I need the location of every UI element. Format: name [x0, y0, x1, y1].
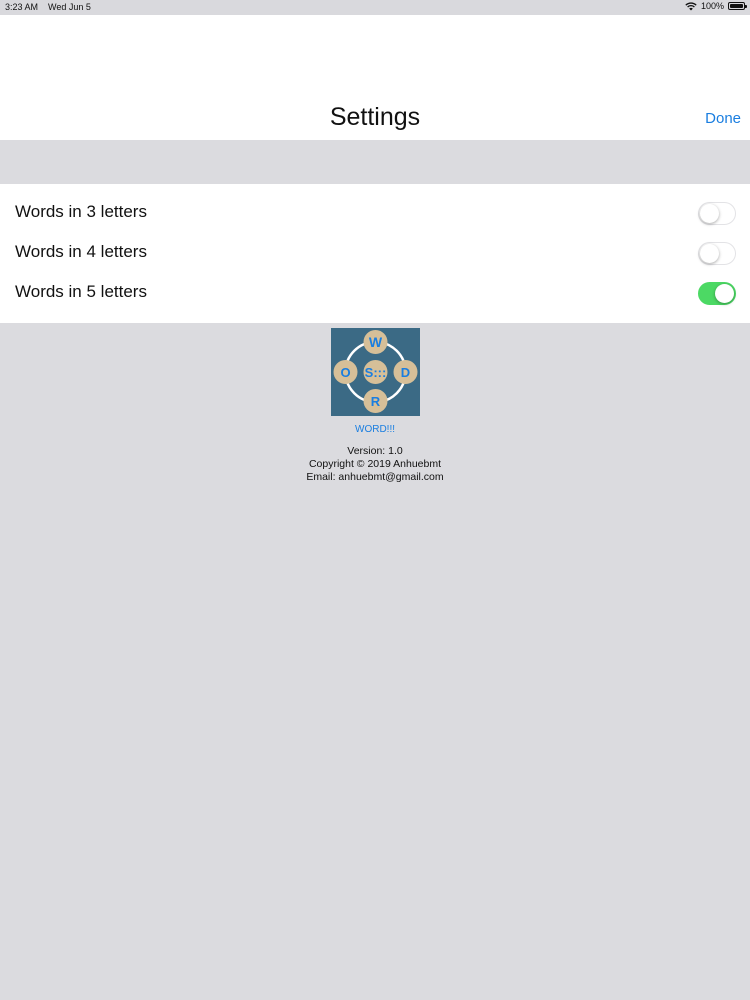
logo-letter: R: [370, 394, 380, 409]
setting-row-3-letters: Words in 3 letters: [0, 194, 750, 234]
done-button[interactable]: Done: [705, 110, 741, 127]
page-title: Settings: [329, 103, 421, 131]
toggle-knob: [715, 284, 734, 303]
toggle-knob: [700, 204, 719, 223]
battery-percent: 100%: [700, 1, 724, 11]
setting-row-5-letters: Words in 5 letters: [0, 274, 750, 314]
email-text: Email: anhuebmt@gmail.com: [306, 471, 444, 483]
status-date: Wed Jun 5: [48, 2, 91, 12]
toggle-4-letters[interactable]: [698, 242, 736, 265]
setting-row-4-letters: Words in 4 letters: [0, 234, 750, 274]
toggle-3-letters[interactable]: [698, 202, 736, 225]
wifi-icon: [685, 1, 697, 10]
version-text: Version: 1.0: [347, 445, 403, 457]
settings-group: Words in 3 letters Words in 4 letters Wo…: [0, 184, 750, 323]
setting-label: Words in 3 letters: [15, 202, 147, 221]
toggle-knob: [700, 244, 719, 263]
setting-label: Words in 4 letters: [15, 242, 147, 261]
battery-icon: [728, 2, 747, 10]
logo-letter: W: [368, 334, 382, 350]
toggle-5-letters[interactable]: [698, 282, 736, 305]
setting-label: Words in 5 letters: [15, 282, 147, 301]
app-info: Version: 1.0 Copyright © 2019 Anhuebmt E…: [0, 445, 750, 484]
about-section: W O S::: D R WORD!!! Version: 1.0 Copyri…: [0, 328, 750, 484]
logo-letter: D: [400, 365, 409, 380]
status-bar: 3:23 AM Wed Jun 5 100%: [0, 0, 750, 15]
logo-letter: O: [340, 365, 350, 380]
status-right: 100%: [685, 1, 747, 11]
status-time: 3:23 AM: [5, 2, 39, 12]
navigation-bar: Settings Done: [0, 15, 750, 140]
logo-letter: S:::: [364, 365, 386, 380]
app-logo: W O S::: D R: [330, 328, 420, 416]
copyright-text: Copyright © 2019 Anhuebmt: [308, 458, 442, 470]
app-name: WORD!!!: [355, 424, 395, 435]
